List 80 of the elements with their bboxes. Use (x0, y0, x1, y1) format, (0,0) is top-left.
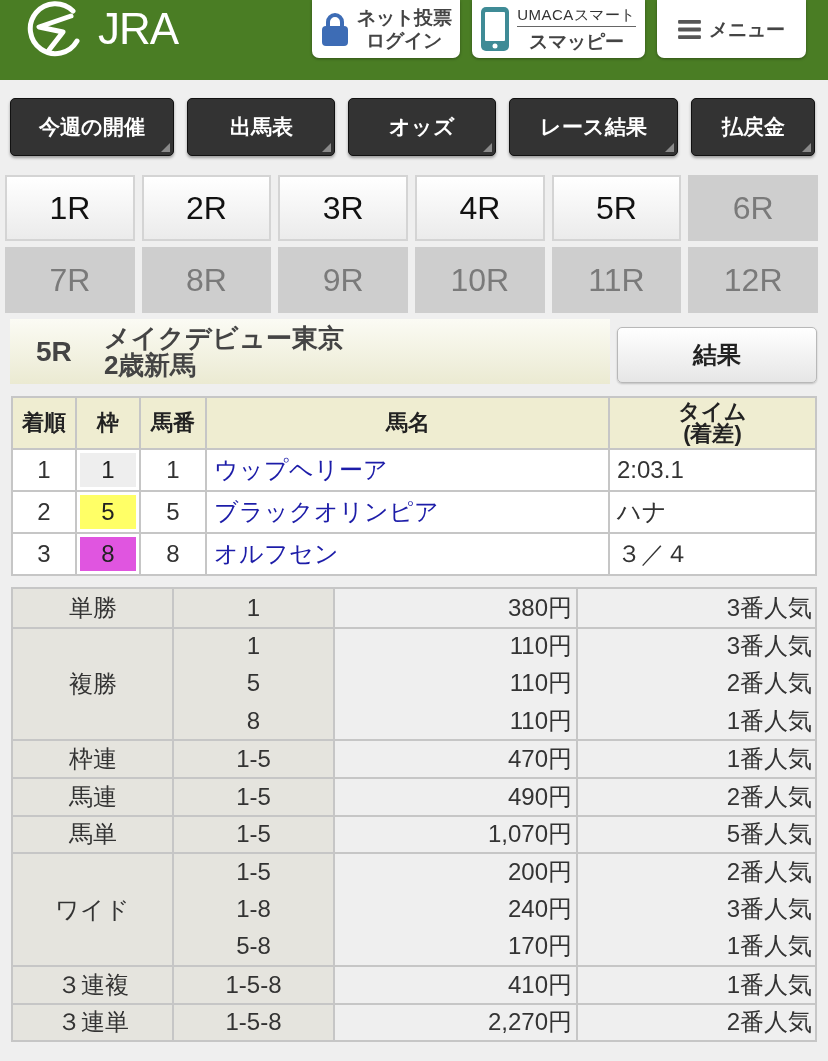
lock-icon (320, 12, 349, 46)
table-cell: 枠連 (13, 739, 172, 777)
menu-icon (678, 19, 701, 39)
column-header: 馬名 (207, 398, 608, 448)
table-cell: 2 (13, 492, 75, 532)
table-cell: 馬連 (13, 776, 172, 815)
nav-button[interactable]: オッズ (348, 98, 496, 156)
login-button[interactable]: ネット投票 ログイン (312, 0, 460, 58)
frame-number: 8 (80, 537, 136, 571)
app-button[interactable]: UMACAスマート スマッピー (472, 0, 645, 58)
table-cell: 馬単 (13, 814, 172, 853)
table-cell: 2番人気 (576, 852, 815, 890)
table-cell: 8 (141, 534, 205, 574)
race-button[interactable]: 5R (551, 175, 682, 241)
race-button[interactable]: 3R (278, 175, 408, 241)
table-cell: 2:03.1 (610, 450, 815, 490)
logo-link[interactable]: JRA (21, 0, 179, 58)
table-cell: ３／４ (610, 534, 815, 574)
corner-triangle-icon (483, 143, 492, 152)
table-cell: 1-5 (172, 776, 333, 815)
table-cell: 1-5 (172, 852, 333, 890)
table-cell: 3 (13, 534, 75, 574)
table-cell: 1番人気 (576, 739, 815, 777)
race-button[interactable]: 1R (5, 175, 135, 241)
menu-button[interactable]: メニュー (657, 0, 806, 58)
frame-number: 5 (80, 495, 136, 529)
horse-name-link[interactable]: オルフセン (214, 538, 339, 570)
table-cell: 410円 (333, 964, 576, 1003)
table-cell: 2番人気 (576, 776, 815, 815)
table-cell: 1-5-8 (172, 964, 333, 1003)
table-cell: 5 (172, 664, 333, 702)
table-cell: 単勝 (13, 589, 172, 627)
race-category: 2歳新馬 (104, 351, 197, 379)
table-cell: ３連単 (13, 1002, 172, 1041)
table-cell: 1-5-8 (172, 1002, 333, 1041)
table-cell: ワイド (13, 852, 172, 965)
table-cell: 200円 (333, 852, 576, 890)
smartphone-icon (481, 7, 510, 51)
table-cell: 5-8 (172, 927, 333, 965)
race-button[interactable]: 4R (415, 175, 545, 241)
table-cell: 2,270円 (333, 1002, 576, 1041)
table-cell: 1番人気 (576, 964, 815, 1003)
table-cell: 1 (172, 589, 333, 627)
corner-triangle-icon (322, 143, 331, 152)
nav-button[interactable]: 出馬表 (187, 98, 335, 156)
race-button[interactable]: 2R (141, 175, 272, 241)
nav-button[interactable]: 今週の開催 (10, 98, 174, 156)
table-cell: 複勝 (13, 626, 172, 740)
table-cell: 5 (141, 492, 205, 532)
table-cell: 1-8 (172, 889, 333, 928)
table-cell: ハナ (610, 492, 815, 532)
table-cell: 2番人気 (576, 1002, 815, 1041)
results-button[interactable]: 結果 (617, 327, 817, 383)
nav-button[interactable]: 払戻金 (691, 98, 815, 156)
table-cell: 3番人気 (576, 626, 815, 665)
column-header: 枠 (77, 398, 139, 448)
table-cell: 110円 (333, 626, 576, 665)
table-cell: 1-5 (172, 739, 333, 777)
column-header: 着順 (13, 398, 75, 448)
table-cell: 8 (172, 701, 333, 740)
table-cell: 1 (13, 450, 75, 490)
corner-triangle-icon (665, 143, 674, 152)
column-header: 馬番 (141, 398, 205, 448)
horse-name-link[interactable]: ブラックオリンピア (214, 496, 439, 528)
corner-triangle-icon (802, 143, 811, 152)
column-header: タイム (着差) (610, 398, 815, 448)
race-name: メイクデビュー東京 (104, 324, 344, 352)
frame-number: 1 (80, 453, 136, 487)
table-cell: 1-5 (172, 814, 333, 853)
race-number: 5R (36, 335, 73, 368)
table-cell: 490円 (333, 776, 576, 815)
table-cell: ３連複 (13, 964, 172, 1003)
table-cell: 1,070円 (333, 814, 576, 853)
table-cell: 1 (172, 626, 333, 665)
nav-button[interactable]: レース結果 (509, 98, 678, 156)
horse-name-link[interactable]: ウップヘリーア (214, 454, 388, 486)
table-cell: 5番人気 (576, 814, 815, 853)
corner-triangle-icon (161, 143, 170, 152)
table-cell: 470円 (333, 739, 576, 777)
table-cell: 1 (141, 450, 205, 490)
